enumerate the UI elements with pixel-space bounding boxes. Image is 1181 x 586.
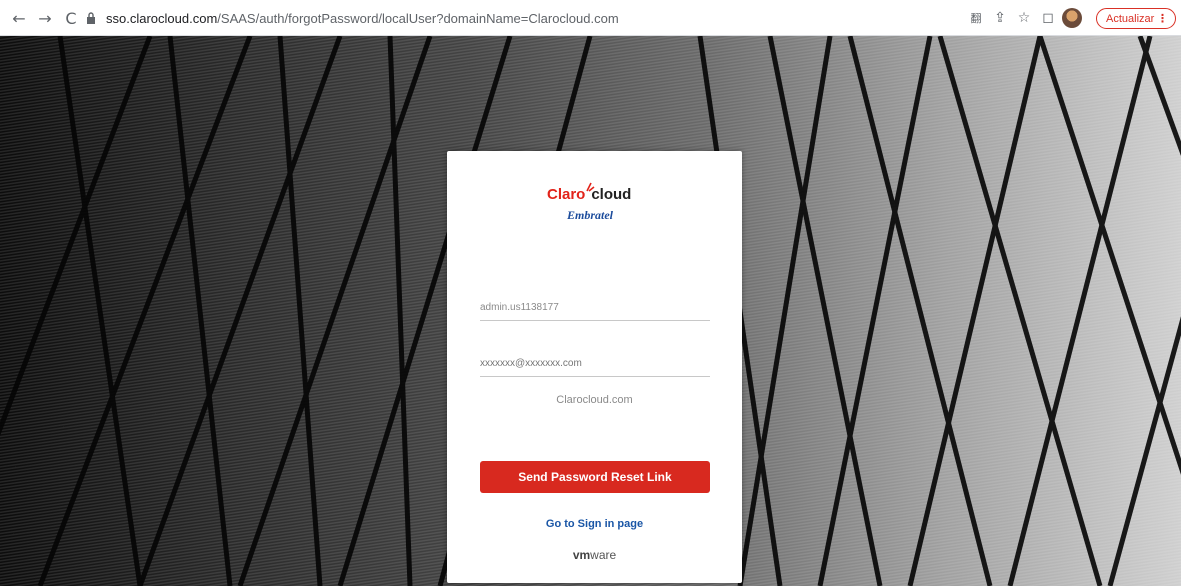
url-text: sso.clarocloud.com/SAAS/auth/forgotPassw… bbox=[106, 11, 619, 26]
domain-label: Clarocloud.com bbox=[556, 394, 633, 406]
username-field[interactable] bbox=[480, 294, 710, 321]
lock-icon bbox=[87, 12, 95, 24]
logo-embratel: Embratel bbox=[567, 208, 614, 222]
url-path: /SAAS/auth/forgotPassword/localUser?doma… bbox=[217, 10, 619, 26]
reset-password-card: Claro cloud Embratel Clarocloud.com Send … bbox=[447, 151, 742, 583]
address-bar[interactable]: sso.clarocloud.com/SAAS/auth/forgotPassw… bbox=[86, 6, 896, 30]
update-label: Actualizar bbox=[1106, 12, 1155, 25]
url-host: sso.clarocloud.com bbox=[106, 10, 218, 26]
back-icon[interactable]: ← bbox=[8, 7, 30, 29]
share-icon[interactable]: ⇪ bbox=[988, 7, 1012, 29]
bookmark-star-icon[interactable]: ☆ bbox=[1012, 7, 1036, 29]
logo-wordmark: Claro cloud bbox=[547, 186, 657, 203]
go-to-sign-in-link[interactable]: Go to Sign in page bbox=[447, 518, 742, 530]
claro-spark-icon bbox=[586, 182, 595, 192]
update-button[interactable]: Actualizar ⋮ bbox=[1096, 8, 1176, 29]
translate-icon[interactable]: 翻 bbox=[964, 7, 988, 29]
claro-cloud-logo: Claro cloud Embratel bbox=[547, 182, 657, 236]
logo-cloud: cloud bbox=[591, 186, 632, 203]
toolbar-actions: 翻 ⇪ ☆ ◻ bbox=[964, 7, 1084, 29]
avatar bbox=[1062, 8, 1082, 28]
logo-claro: Claro bbox=[547, 186, 586, 203]
email-field[interactable] bbox=[480, 350, 710, 377]
forward-icon[interactable]: → bbox=[34, 7, 56, 29]
menu-icon: ⋮ bbox=[1157, 12, 1168, 25]
vmware-logo: vmware bbox=[447, 548, 742, 562]
vmware-logo-vm: vm bbox=[572, 548, 591, 562]
reload-icon[interactable]: C bbox=[60, 7, 82, 29]
browser-toolbar: ← → C sso.clarocloud.com/SAAS/auth/forgo… bbox=[0, 0, 1181, 36]
vmware-logo-ware: ware bbox=[590, 548, 617, 562]
profile-avatar[interactable] bbox=[1060, 7, 1084, 29]
side-panel-icon[interactable]: ◻ bbox=[1036, 7, 1060, 29]
send-reset-link-button[interactable]: Send Password Reset Link bbox=[480, 461, 710, 493]
